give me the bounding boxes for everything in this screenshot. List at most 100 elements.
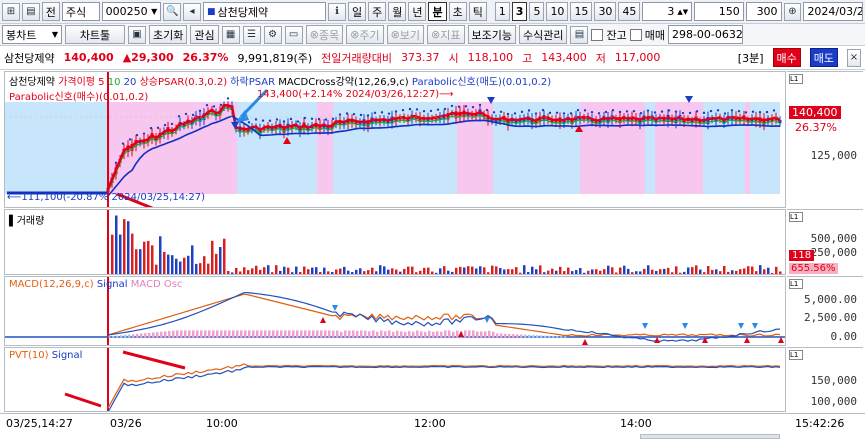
volume-bar [579,268,582,274]
macd-osc-bar [124,334,127,338]
volume-rate-badge: 655.56% [789,263,838,274]
volume-bar [487,272,490,274]
psar-dot [674,110,678,113]
axis-lock-icon[interactable]: L1 [789,350,803,360]
axis-lock-icon[interactable]: L1 [789,74,803,84]
volume-bar [699,269,702,274]
close-icon[interactable]: × [847,48,861,67]
volume-bar [547,270,550,274]
volume-bar [291,272,294,274]
buy-button[interactable]: 매수 [772,48,801,67]
macd-osc-bar [492,331,495,338]
menu-icon[interactable]: ▤ [21,2,40,21]
search-icon[interactable]: 🔍 [163,2,182,21]
zoom-icon[interactable]: ⊕ [783,2,802,21]
period-second[interactable]: 초 [448,2,467,21]
stock-code-input[interactable]: 000250 ▼ [101,2,162,21]
volume-bar [227,271,230,274]
psar-dot [471,105,475,109]
aux-functions-button[interactable]: 보조기능 [467,25,516,44]
macd-pane[interactable]: MACD(12,26,9,c) Signal MACD Osc [4,276,786,346]
custom-minute-input[interactable]: 3 ▲▼ [642,2,693,21]
period-month[interactable]: 월 [388,2,407,21]
axis-lock-icon[interactable]: L1 [789,212,803,222]
period-day[interactable]: 일 [347,2,367,21]
previous-stock-icon[interactable]: ◂ [183,2,201,21]
volume-bar [727,271,730,274]
horizontal-scrollbar[interactable] [640,434,780,439]
indicator-toggle-button[interactable]: ⊗ 지표 [427,25,465,44]
market-type-select[interactable]: 주식 [61,2,100,21]
psar-dot [478,103,482,107]
view-count-input[interactable]: 150 [694,2,744,21]
stock-order-button[interactable]: ⊗ 종목 [305,25,344,44]
list-icon[interactable]: ☰ [242,25,261,44]
checklist-icon[interactable]: ▤ [570,25,589,44]
minute-10[interactable]: 10 [546,2,569,21]
volume-bar [739,269,742,274]
view-arrow-icon: ⊗ [390,28,400,41]
trade-checkbox[interactable] [629,28,642,41]
price-tick: 125,000 [810,149,857,162]
axis-lock-icon[interactable]: L1 [789,279,803,289]
volume-bar [411,266,414,274]
chart-settings-icon[interactable]: ▣ [128,25,146,44]
minute-3[interactable]: 3 [511,2,528,21]
volume-bar [267,265,270,274]
volume-bar [111,234,114,274]
pvt-title: PVT(10) [9,350,49,361]
view-range-input[interactable]: 300 [745,2,782,21]
favorites-button[interactable]: 관심 [190,25,219,44]
date-field[interactable]: 2024/03/26 [803,2,864,21]
minute-45[interactable]: 45 [618,2,641,21]
minute-5[interactable]: 5 [529,2,545,21]
quote-prev-vol-label: 전일거래량대비 [321,51,392,65]
macd-osc-bar [512,334,515,338]
psar-dot [758,110,762,114]
stock-info-icon[interactable]: ℹ [328,2,346,21]
chart-tools-button[interactable]: 차트툴 [65,25,125,44]
sell-button[interactable]: 매도 [809,48,838,67]
pvt-signal-label: Signal [51,350,83,361]
minute-30[interactable]: 30 [594,2,617,21]
volume-bar [527,272,530,274]
macd-osc-bar [308,330,311,338]
account-field[interactable]: 298-00-063257 [667,25,743,44]
window-icon[interactable]: ▭ [284,25,303,44]
sell-signal-arrow [685,96,693,103]
volume-bar [303,266,306,274]
pvt-pane[interactable]: PVT(10) Signal [4,347,786,412]
price-chart-pane[interactable]: 삼천당제약 가격이평 5 10 20 상승PSAR(0.3,0.2) 하락PSA… [4,71,786,208]
volume-bar [299,272,302,274]
minute-15[interactable]: 15 [570,2,593,21]
spin-icon: ▲▼ [677,7,689,16]
chart-type-select[interactable]: 봉차트 ▼ [2,25,62,44]
volume-bar [731,270,734,274]
pvt-signal-line [107,365,781,411]
screen-number-icon[interactable]: ⊞ [2,2,20,21]
all-mode-button[interactable]: 전 [41,2,60,21]
gear-icon[interactable]: ⚙ [263,25,282,44]
minute-1[interactable]: 1 [494,2,510,21]
volume-bar [135,249,138,274]
view-toggle-button[interactable]: ⊗ 보기 [386,25,425,44]
reset-button[interactable]: 초기화 [149,25,188,44]
volume-bar [635,271,638,274]
volume-bar [655,271,658,274]
macd-signal-label: Signal [96,279,128,290]
period-minute[interactable]: 분 [428,2,447,21]
stock-name-field[interactable]: ■ 삼천당제약 [202,2,327,21]
macd-legend: MACD(12,26,9,c) Signal MACD Osc [9,279,182,290]
formula-manager-button[interactable]: 수식관리 [518,25,568,44]
period-week[interactable]: 주 [368,2,387,21]
volume-pane[interactable]: ▌거래량 [4,209,786,275]
macd-osc-bar [372,330,375,338]
period-toggle-button[interactable]: ⊗ 주기 [346,25,384,44]
period-tick[interactable]: 틱 [468,2,487,21]
macd-osc-bar [296,330,299,338]
grid-icon[interactable]: ▦ [221,25,240,44]
macd-osc-bar [376,331,379,338]
period-year[interactable]: 년 [408,2,427,21]
macd-osc-bar [416,330,419,338]
balance-checkbox[interactable] [591,28,604,41]
